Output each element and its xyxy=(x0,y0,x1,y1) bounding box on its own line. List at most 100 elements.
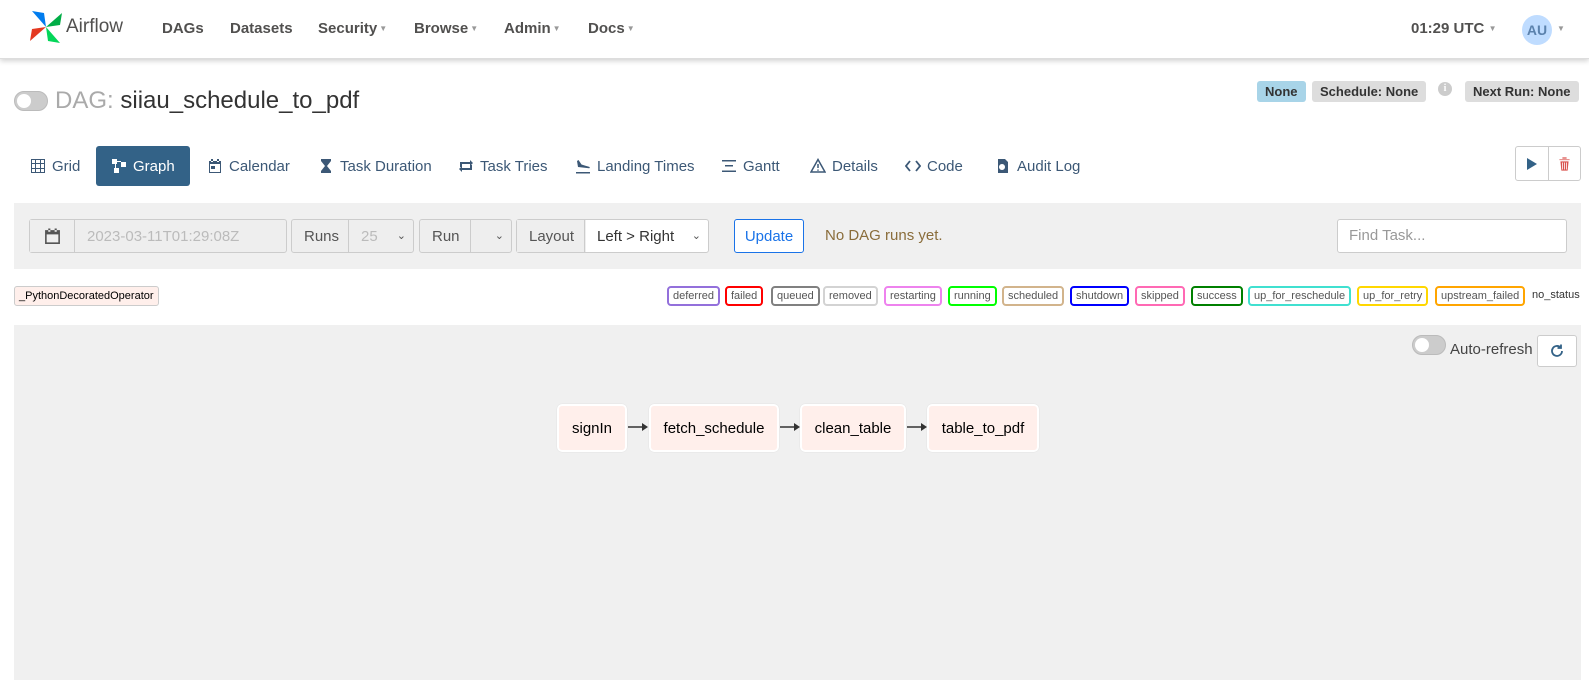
no-runs-message: No DAG runs yet. xyxy=(825,227,943,244)
state-upstream-failed[interactable]: upstream_failed xyxy=(1435,286,1526,306)
retry-icon xyxy=(459,160,473,172)
user-avatar[interactable]: AU xyxy=(1522,15,1552,45)
state-running[interactable]: running xyxy=(948,286,997,306)
tab-label: Audit Log xyxy=(1017,157,1081,175)
state-queued[interactable]: queued xyxy=(771,286,820,306)
edge-arrow xyxy=(628,423,648,431)
tab-grid[interactable]: Grid xyxy=(30,146,88,186)
trigger-dag-button[interactable] xyxy=(1516,147,1549,180)
nav-docs[interactable]: Docs ▼ xyxy=(588,20,635,37)
graph-icon xyxy=(112,159,126,173)
task-node-clean-table[interactable]: clean_table xyxy=(800,404,906,452)
nav-docs-label: Docs xyxy=(588,20,625,37)
tab-calendar[interactable]: Calendar xyxy=(207,146,298,186)
chevron-down-icon: ⌄ xyxy=(396,230,406,242)
tab-task-duration[interactable]: Task Duration xyxy=(318,146,440,186)
operator-legend[interactable]: _PythonDecoratedOperator xyxy=(14,286,159,306)
tab-gantt[interactable]: Gantt xyxy=(721,146,788,186)
tab-audit-log[interactable]: Audit Log xyxy=(995,146,1088,186)
dag-pause-toggle[interactable] xyxy=(14,91,48,111)
tab-label: Calendar xyxy=(229,157,290,175)
caret-down-icon: ▼ xyxy=(1486,24,1497,33)
refresh-button[interactable] xyxy=(1537,335,1577,367)
nav-datasets[interactable]: Datasets xyxy=(230,20,293,37)
chevron-down-icon: ⌄ xyxy=(691,230,701,242)
tab-code[interactable]: Code xyxy=(905,146,971,186)
schedule-badge: Schedule: None xyxy=(1312,81,1427,102)
nav-admin[interactable]: Admin ▼ xyxy=(504,20,561,37)
calendar-icon xyxy=(209,159,221,173)
state-up-for-retry[interactable]: up_for_retry xyxy=(1357,286,1429,306)
caret-down-icon: ▼ xyxy=(379,24,388,33)
runs-select[interactable]: 25 ⌄ xyxy=(348,220,414,252)
nav-browse[interactable]: Browse ▼ xyxy=(414,20,478,37)
info-icon[interactable]: i xyxy=(1438,82,1452,96)
edge-arrow xyxy=(780,423,800,431)
run-select[interactable]: ⌄ xyxy=(470,220,512,252)
play-icon xyxy=(1526,157,1537,170)
layout-label: Layout xyxy=(517,220,587,252)
update-button[interactable]: Update xyxy=(734,219,804,253)
tab-label: Details xyxy=(832,157,878,175)
airflow-brand[interactable]: Airflow xyxy=(28,9,123,45)
tab-label: Task Tries xyxy=(480,157,548,175)
nav-security[interactable]: Security ▼ xyxy=(318,20,387,37)
filter-bar: 2023-03-11T01:29:08Z Runs 25 ⌄ Run ⌄ Lay… xyxy=(14,203,1581,269)
state-deferred[interactable]: deferred xyxy=(667,286,720,306)
run-select-group: Run ⌄ xyxy=(419,219,512,253)
state-up-for-reschedule[interactable]: up_for_reschedule xyxy=(1248,286,1352,306)
state-restarting[interactable]: restarting xyxy=(884,286,942,306)
task-node-table-to-pdf[interactable]: table_to_pdf xyxy=(927,404,1039,452)
nav-dags[interactable]: DAGs xyxy=(162,20,204,37)
refresh-icon xyxy=(1551,344,1563,357)
caret-down-icon: ▼ xyxy=(626,24,635,33)
calendar-button[interactable] xyxy=(30,220,74,252)
state-failed[interactable]: failed xyxy=(725,286,764,306)
gantt-icon xyxy=(722,160,736,172)
tab-landing-times[interactable]: Landing Times xyxy=(575,146,703,186)
clock-dropdown[interactable]: 01:29 UTC ▼ xyxy=(1411,20,1497,37)
calendar-icon xyxy=(44,228,60,244)
delete-dag-button[interactable] xyxy=(1549,147,1581,180)
graph-canvas[interactable]: Auto-refresh signIn fetch_schedule clean… xyxy=(14,325,1581,680)
runs-label: Runs xyxy=(304,227,340,245)
find-task-input[interactable]: Find Task... xyxy=(1337,219,1567,253)
chevron-down-icon: ⌄ xyxy=(494,230,504,242)
tab-graph[interactable]: Graph xyxy=(96,146,190,186)
next-run-badge: Next Run: None xyxy=(1465,81,1579,102)
state-removed[interactable]: removed xyxy=(823,286,878,306)
brand-name: Airflow xyxy=(66,16,124,37)
tab-label: Grid xyxy=(52,157,81,175)
tab-label: Graph xyxy=(133,157,175,175)
layout-select-value: Left > Right xyxy=(597,227,675,245)
edge-arrow xyxy=(907,423,927,431)
caret-down-icon: ▼ xyxy=(552,24,561,33)
dag-prefix: DAG: xyxy=(55,87,114,114)
tab-details[interactable]: Details xyxy=(810,146,886,186)
base-date-picker[interactable]: 2023-03-11T01:29:08Z xyxy=(29,219,287,253)
clock-time: 01:29 UTC xyxy=(1411,20,1485,37)
task-node-signin[interactable]: signIn xyxy=(557,404,627,452)
tab-label: Code xyxy=(927,157,963,175)
state-skipped[interactable]: skipped xyxy=(1135,286,1185,306)
caret-down-icon[interactable]: ▼ xyxy=(1557,24,1565,33)
task-node-fetch-schedule[interactable]: fetch_schedule xyxy=(649,404,779,452)
airflow-logo-icon xyxy=(30,11,62,43)
state-success[interactable]: success xyxy=(1191,286,1243,306)
base-date-input[interactable]: 2023-03-11T01:29:08Z xyxy=(74,220,251,252)
runs-select-value: 25 xyxy=(361,227,378,245)
runs-select-group: Runs 25 ⌄ xyxy=(291,219,414,253)
dag-name: siiau_schedule_to_pdf xyxy=(120,87,360,114)
auto-refresh-toggle[interactable] xyxy=(1412,335,1446,355)
tab-task-tries[interactable]: Task Tries xyxy=(458,146,556,186)
auto-refresh-label: Auto-refresh xyxy=(1450,341,1533,358)
hourglass-icon xyxy=(321,159,331,173)
state-scheduled[interactable]: scheduled xyxy=(1002,286,1065,306)
layout-select[interactable]: Left > Right ⌄ xyxy=(584,220,709,252)
landing-plane-icon xyxy=(576,160,590,174)
grid-icon xyxy=(31,159,45,173)
caret-down-icon: ▼ xyxy=(470,24,479,33)
state-shutdown[interactable]: shutdown xyxy=(1070,286,1130,306)
state-no-status[interactable]: no_status xyxy=(1532,289,1580,301)
tab-label: Landing Times xyxy=(597,157,695,175)
